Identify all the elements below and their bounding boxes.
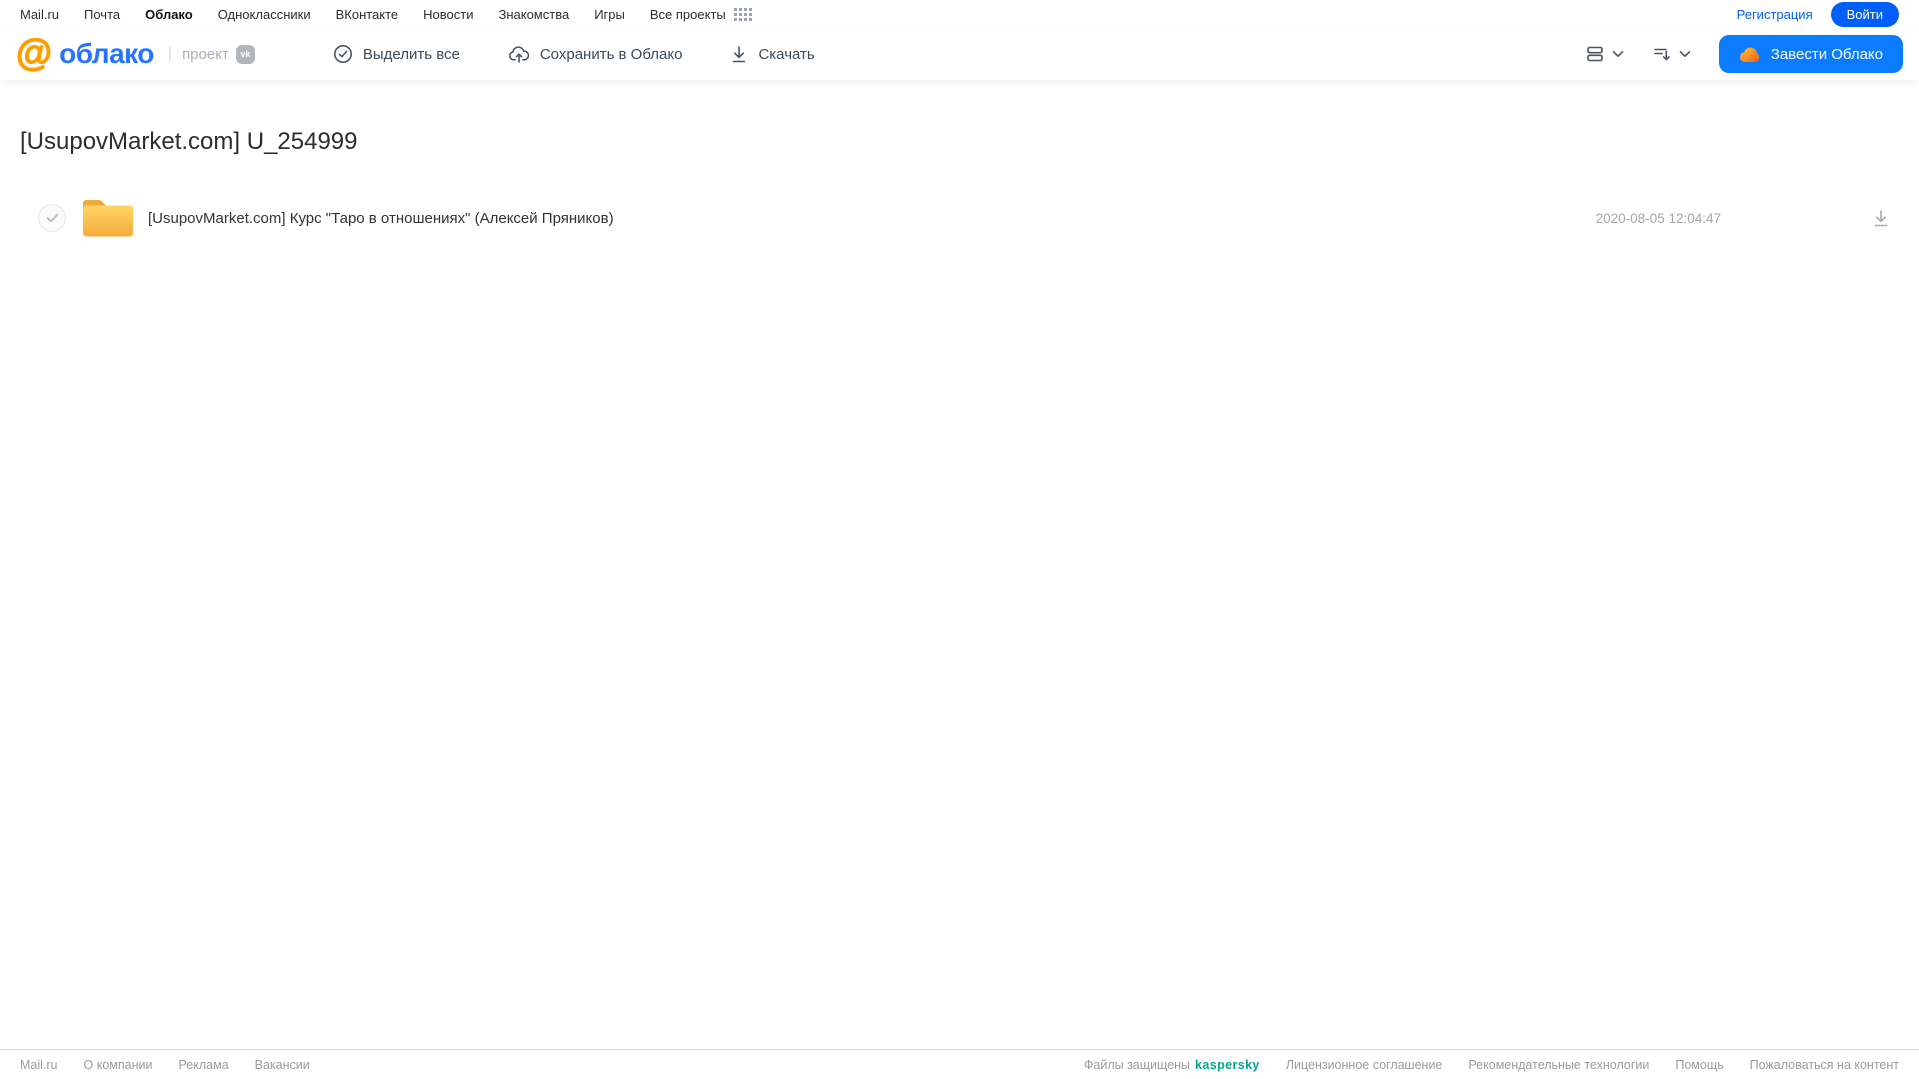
view-mode-button[interactable] <box>1585 44 1624 64</box>
select-all-button[interactable]: Выделить все <box>333 44 460 64</box>
portal-nav: Mail.ru Почта Облако Одноклассники ВКонт… <box>0 0 1919 28</box>
footer-link-ads[interactable]: Реклама <box>178 1058 228 1072</box>
vk-badge-icon: vk <box>235 44 255 64</box>
portal-link-pochta[interactable]: Почта <box>84 7 120 22</box>
footer-link-license[interactable]: Лицензионное соглашение <box>1286 1058 1443 1072</box>
portal-link-oblako[interactable]: Облако <box>145 7 193 22</box>
all-projects-label: Все проекты <box>649 6 726 22</box>
footer: Mail.ru О компании Реклама Вакансии Файл… <box>0 1049 1919 1079</box>
mailru-at-icon: @ <box>15 32 53 73</box>
logo-text: облако <box>59 38 154 69</box>
header: @ облако | проект vk Выделить все Сохран… <box>0 28 1919 80</box>
all-projects[interactable]: Все проекты <box>650 7 752 22</box>
protected-label: Файлы защищены <box>1083 1057 1191 1072</box>
portal-link-igry[interactable]: Игры <box>594 7 625 22</box>
footer-link-help[interactable]: Помощь <box>1675 1058 1723 1072</box>
footer-link-recommendations[interactable]: Рекомендательные технологии <box>1468 1058 1649 1072</box>
footer-link-report[interactable]: Пожаловаться на контент <box>1750 1058 1899 1072</box>
download-label: Скачать <box>758 45 815 63</box>
file-row: [UsupovMarket.com] Курс "Таро в отношени… <box>20 190 1899 246</box>
cloud-upload-icon <box>508 44 530 64</box>
portal-link-mailru[interactable]: Mail.ru <box>20 7 59 22</box>
file-date: 2020-08-05 12:04:47 <box>1595 210 1721 226</box>
select-all-label: Выделить все <box>362 45 460 63</box>
chevron-down-icon <box>1679 50 1691 58</box>
sort-button[interactable] <box>1652 44 1691 64</box>
file-name-link[interactable]: [UsupovMarket.com] Курс "Таро в отношени… <box>148 210 614 227</box>
circle-check-icon <box>333 44 353 64</box>
portal-link-znakomstva[interactable]: Знакомства <box>498 7 569 22</box>
register-link[interactable]: Регистрация <box>1737 7 1813 22</box>
download-arrow-icon <box>730 44 748 64</box>
logo-separator: | <box>167 45 173 62</box>
list-view-icon <box>1585 44 1605 64</box>
save-to-cloud-button[interactable]: Сохранить в Облако <box>508 44 683 64</box>
portal-link-odnoklassniki[interactable]: Одноклассники <box>218 7 311 22</box>
page-title: [UsupovMarket.com] U_254999 <box>20 128 358 155</box>
kaspersky-logo: kaspersky <box>1195 1057 1260 1072</box>
footer-link-about[interactable]: О компании <box>84 1058 153 1072</box>
footer-link-jobs[interactable]: Вакансии <box>255 1058 310 1072</box>
main-content: [UsupovMarket.com] U_254999 [UsupovMarke… <box>0 80 1919 1049</box>
project-label: проект <box>182 45 229 63</box>
portal-link-vkontakte[interactable]: ВКонтакте <box>336 7 399 22</box>
toolbar: Выделить все Сохранить в Облако Скачать <box>333 44 815 64</box>
get-cloud-button-label: Завести Облако <box>1770 45 1883 63</box>
row-download-icon[interactable] <box>1871 208 1891 228</box>
download-button[interactable]: Скачать <box>730 44 815 64</box>
header-right-controls: Завести Облако <box>1585 35 1903 73</box>
get-cloud-button[interactable]: Завести Облако <box>1718 35 1903 73</box>
orange-cloud-icon <box>1739 46 1761 63</box>
row-checkbox[interactable] <box>38 204 66 232</box>
chevron-down-icon <box>1612 50 1624 58</box>
apps-grid-icon <box>733 7 752 21</box>
kaspersky-protected: Файлы защищены kaspersky <box>1084 1058 1260 1072</box>
sort-lines-icon <box>1652 44 1672 64</box>
portal-link-novosti[interactable]: Новости <box>423 7 473 22</box>
cloud-logo[interactable]: @ облако | проект vk <box>15 32 255 73</box>
login-button[interactable]: Войти <box>1830 1 1899 27</box>
folder-icon[interactable] <box>81 197 135 239</box>
save-to-cloud-label: Сохранить в Облако <box>539 45 683 63</box>
footer-link-mailru[interactable]: Mail.ru <box>20 1058 58 1072</box>
